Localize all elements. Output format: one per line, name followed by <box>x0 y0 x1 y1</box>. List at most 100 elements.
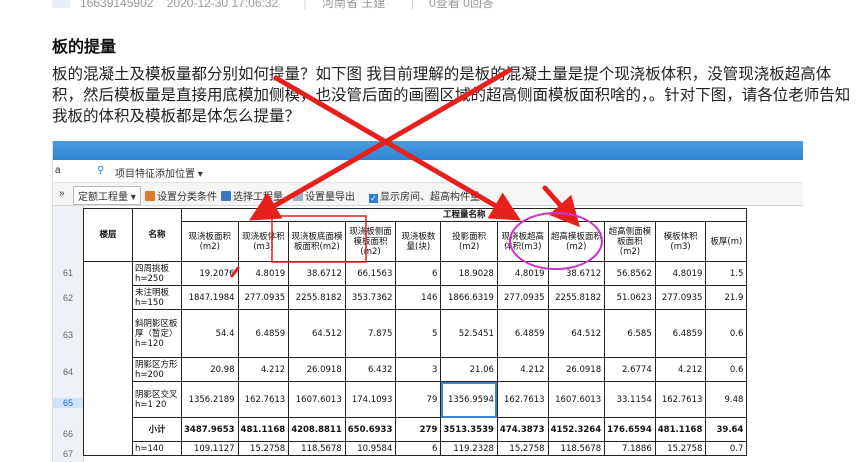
value-cell[interactable]: 1847.1984 <box>181 285 239 310</box>
value-cell[interactable]: 56.8562 <box>604 261 656 286</box>
value-cell[interactable]: 20.98 <box>181 357 239 382</box>
row-number[interactable]: 62 <box>53 293 83 303</box>
row-number[interactable]: 63 <box>53 330 83 340</box>
table-row[interactable]: 第5层 四周挑板 h=250 19.2076 4.8019 38.6712 66.1563… <box>83 261 748 456</box>
value-cell[interactable]: 26.0918 <box>288 357 346 382</box>
value-cell[interactable]: 38.6712 <box>547 261 606 286</box>
value-cell[interactable]: 0.6 <box>705 309 748 358</box>
value-cell[interactable]: 481.1168 <box>654 417 707 442</box>
value-cell[interactable]: 6.4859 <box>654 309 707 358</box>
row-number[interactable]: 67 <box>53 449 83 459</box>
value-cell[interactable]: 66.1563 <box>344 261 397 286</box>
value-cell[interactable]: 277.0935 <box>654 285 707 310</box>
value-cell[interactable]: 279 <box>395 417 442 442</box>
value-cell[interactable]: 4.212 <box>654 357 707 382</box>
value-cell[interactable]: 54.4 <box>181 309 239 358</box>
value-cell[interactable]: 15.2758 <box>237 441 290 456</box>
table-row[interactable]: 阴影区交叉 h=1 20 1356.2189 162.7613 1607.6013 17… <box>84 381 748 418</box>
value-cell[interactable]: 19.2076 <box>181 261 239 286</box>
value-cell[interactable]: 353.7362 <box>344 285 397 310</box>
value-cell[interactable]: 18.9028 <box>440 261 498 286</box>
value-cell[interactable]: 9.48 <box>705 381 748 418</box>
value-cell[interactable]: 4.8019 <box>496 261 549 286</box>
value-cell[interactable]: 26.0918 <box>547 357 606 382</box>
table-row[interactable]: 小计 3487.9653 481.1168 4208.8811 650.6933 279 3… <box>84 417 748 442</box>
value-cell[interactable]: 51.0623 <box>604 285 656 310</box>
post-user[interactable]: 16639145902 <box>80 0 153 10</box>
value-cell[interactable]: 1866.6319 <box>440 285 498 310</box>
value-cell[interactable]: 6 <box>395 441 442 456</box>
value-cell[interactable]: 64.512 <box>288 309 346 358</box>
value-cell[interactable]: 481.1168 <box>237 417 290 442</box>
value-cell[interactable]: 38.6712 <box>288 261 346 286</box>
value-cell[interactable]: 277.0935 <box>237 285 290 310</box>
row-number[interactable]: 66 <box>53 429 83 439</box>
table-row[interactable]: 阴影区方形 h=200 20.98 4.212 26.0918 6.432 3 21.06 4… <box>84 357 748 382</box>
value-cell[interactable]: 10.9584 <box>344 441 397 456</box>
value-cell[interactable]: 1607.6013 <box>288 381 346 418</box>
expand-arrow-icon[interactable]: » <box>59 188 65 199</box>
value-cell[interactable]: 15.2758 <box>496 441 549 456</box>
value-cell[interactable]: 1356.2189 <box>181 381 239 418</box>
export-quantity-button[interactable]: 设置量导出 <box>293 188 355 203</box>
value-cell[interactable]: 15.2758 <box>654 441 707 456</box>
value-cell[interactable]: 3 <box>395 357 442 382</box>
quota-quantity-select[interactable]: 定额工程量 ▾ <box>73 186 141 205</box>
value-cell[interactable]: 176.6594 <box>604 417 656 442</box>
value-cell[interactable]: 1356.9594 <box>440 381 498 418</box>
value-cell[interactable]: 33.1154 <box>604 381 656 418</box>
value-cell[interactable]: 7.1886 <box>604 441 656 456</box>
value-cell[interactable]: 4.8019 <box>237 261 290 286</box>
value-cell[interactable]: 2.6774 <box>604 357 656 382</box>
row-number[interactable]: 65 <box>53 398 83 408</box>
value-cell[interactable]: 4.212 <box>496 357 549 382</box>
value-cell[interactable]: 1607.6013 <box>547 381 606 418</box>
value-cell[interactable]: 1.5 <box>705 261 748 286</box>
table-row[interactable]: h=140 109.1127 15.2758 118.5678 10.9584 6 119.… <box>84 441 748 456</box>
value-cell[interactable]: 0.6 <box>705 357 748 382</box>
value-cell[interactable]: 2255.8182 <box>288 285 346 310</box>
value-cell[interactable]: 64.512 <box>547 309 606 358</box>
value-cell[interactable]: 2255.8182 <box>547 285 606 310</box>
value-cell[interactable]: 6.585 <box>604 309 656 358</box>
value-cell[interactable]: 162.7613 <box>496 381 549 418</box>
search-icon[interactable]: ⚲ <box>97 165 104 176</box>
value-cell[interactable]: 4152.3264 <box>547 417 606 442</box>
value-cell[interactable]: 6.4859 <box>237 309 290 358</box>
table-row[interactable]: 斜阴影区板厚（暂定） h=120 54.4 6.4859 64.512 7.875 5 52… <box>84 309 748 358</box>
value-cell[interactable]: 109.1127 <box>181 441 239 456</box>
show-room-checkbox[interactable]: ✓ 显示房间、超高构件量 <box>369 188 480 203</box>
value-cell[interactable]: 79 <box>395 381 442 418</box>
value-cell[interactable]: 21.06 <box>440 357 498 382</box>
value-cell[interactable]: 39.64 <box>705 417 748 442</box>
value-cell[interactable]: 119.2328 <box>440 441 498 456</box>
classify-button[interactable]: 设置分类条件 <box>145 188 217 203</box>
value-cell[interactable]: 4.212 <box>237 357 290 382</box>
row-number[interactable]: 64 <box>53 367 83 377</box>
value-cell[interactable]: 4208.8811 <box>288 417 346 442</box>
value-cell[interactable]: 118.5678 <box>288 441 346 456</box>
table-row[interactable]: 未注明板 h=150 1847.1984 277.0935 2255.8182 353.… <box>84 285 748 310</box>
value-cell[interactable]: 0.7 <box>705 441 748 456</box>
value-cell[interactable]: 3513.3539 <box>440 417 498 442</box>
value-cell[interactable]: 52.5451 <box>440 309 498 358</box>
value-cell[interactable]: 118.5678 <box>547 441 606 456</box>
value-cell[interactable]: 162.7613 <box>237 381 290 418</box>
value-cell[interactable]: 6 <box>395 261 442 286</box>
value-cell[interactable]: 4.8019 <box>654 261 707 286</box>
value-cell[interactable]: 174.1093 <box>344 381 397 418</box>
value-cell[interactable]: 6.432 <box>344 357 397 382</box>
attr-position-dropdown[interactable]: 项目特征添加位置 ▾ <box>115 165 203 180</box>
value-cell[interactable]: 474.3873 <box>496 417 549 442</box>
value-cell[interactable]: 277.0935 <box>496 285 549 310</box>
select-quantity-button[interactable]: 选择工程量 <box>221 188 283 203</box>
value-cell[interactable]: 650.6933 <box>344 417 397 442</box>
row-number[interactable]: 61 <box>53 268 83 278</box>
value-cell[interactable]: 162.7613 <box>654 381 707 418</box>
value-cell[interactable]: 146 <box>395 285 442 310</box>
value-cell[interactable]: 21.9 <box>705 285 748 310</box>
value-cell[interactable]: 3487.9653 <box>181 417 239 442</box>
value-cell[interactable]: 7.875 <box>344 309 397 358</box>
value-cell[interactable]: 5 <box>395 309 442 358</box>
value-cell[interactable]: 6.4859 <box>496 309 549 358</box>
